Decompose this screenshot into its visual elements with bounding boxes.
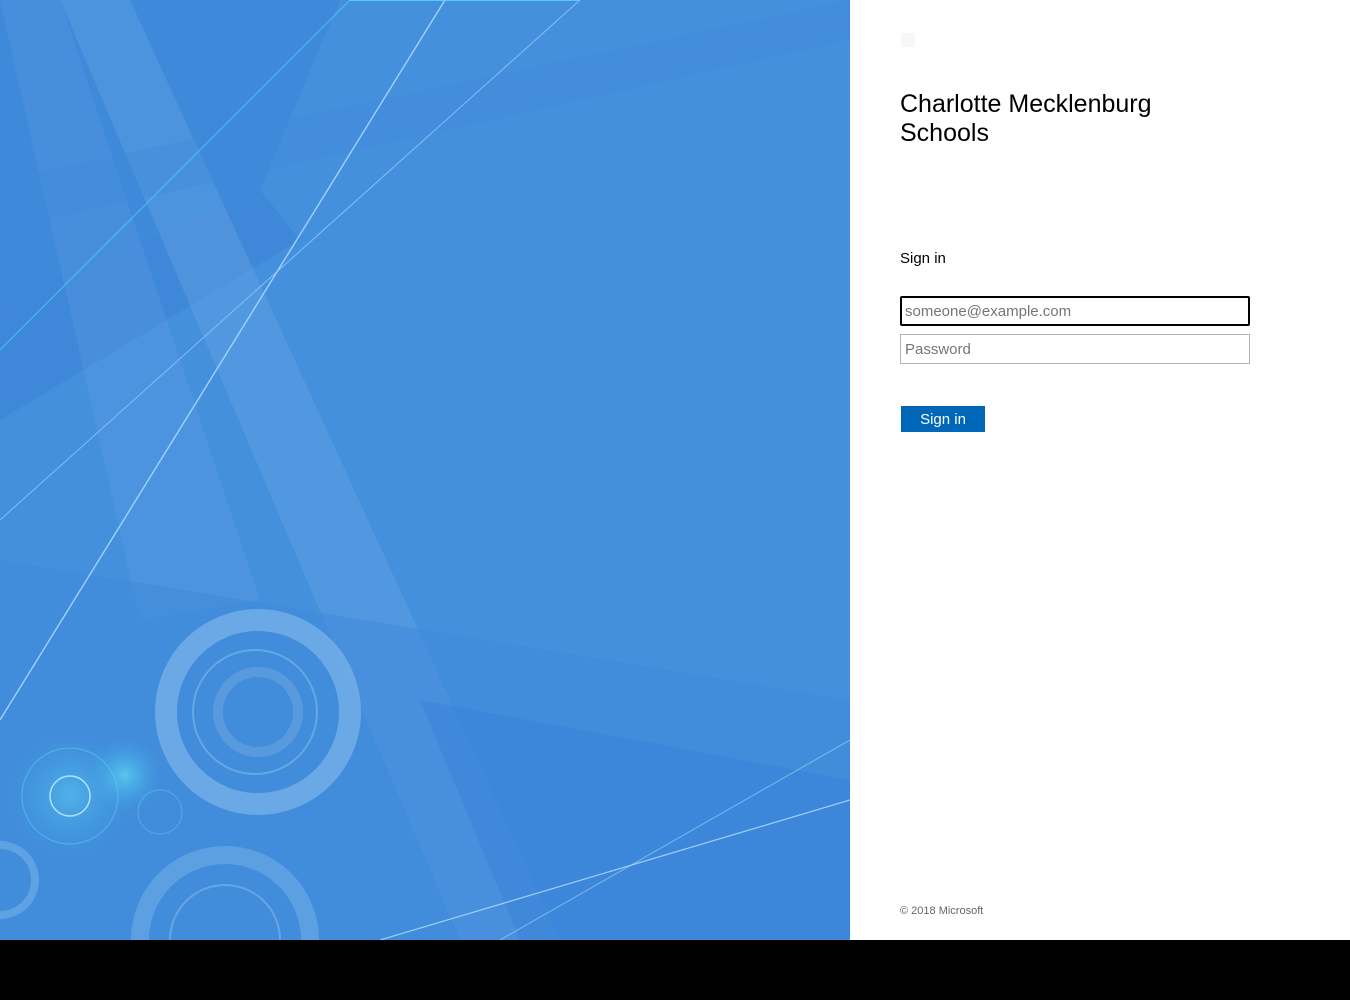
- org-logo-icon: [900, 32, 916, 48]
- background-illustration: [0, 0, 850, 940]
- email-input[interactable]: [900, 296, 1250, 326]
- org-logo-icon-graphic: [901, 33, 915, 47]
- organization-name: Charlotte Mecklenburg Schools: [900, 90, 1152, 147]
- signin-panel: Charlotte Mecklenburg Schools Sign in Si…: [850, 0, 1350, 940]
- password-input[interactable]: [900, 334, 1250, 364]
- signin-heading: Sign in: [900, 250, 946, 267]
- background-illustration-graphic: [0, 0, 850, 940]
- copyright-footer: © 2018 Microsoft: [900, 905, 984, 917]
- signin-button[interactable]: Sign in: [901, 406, 985, 432]
- signin-page: Charlotte Mecklenburg Schools Sign in Si…: [0, 0, 1350, 940]
